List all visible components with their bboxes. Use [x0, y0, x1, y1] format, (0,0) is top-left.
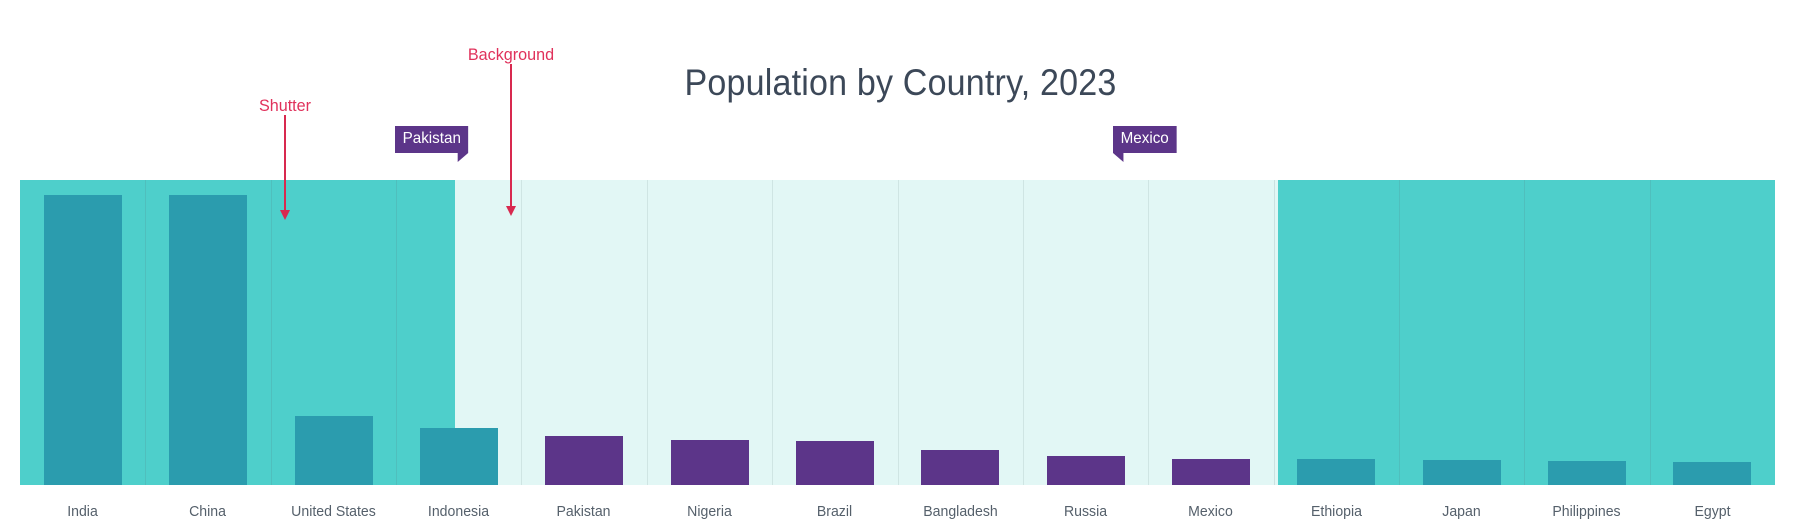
bar-ethiopia[interactable]: [1297, 459, 1375, 485]
annotation-background-line: [510, 64, 512, 209]
x-axis-label-russia: Russia: [1063, 503, 1108, 520]
x-axis-label-india: India: [67, 503, 98, 520]
category-separator: [772, 180, 773, 485]
bar-russia[interactable]: [1047, 456, 1125, 485]
bar-brazil[interactable]: [796, 441, 874, 485]
x-axis-label-brazil: Brazil: [816, 503, 853, 520]
arrow-down-icon: [506, 206, 516, 216]
category-separator: [145, 180, 146, 485]
page-title: Population by Country, 2023: [684, 62, 1117, 103]
x-axis-label-bangladesh: Bangladesh: [923, 503, 998, 520]
category-separator: [271, 180, 272, 485]
category-separator: [647, 180, 648, 485]
tooltip-tail-icon: [458, 153, 469, 163]
x-axis-label-nigeria: Nigeria: [687, 503, 732, 520]
category-separator: [1148, 180, 1149, 485]
x-axis-label-philippines: Philippines: [1552, 503, 1621, 520]
category-separator: [1524, 180, 1525, 485]
x-axis: India China United States Indonesia Pakistan…: [20, 485, 1775, 529]
bar-pakistan[interactable]: [545, 436, 623, 485]
category-separator: [1650, 180, 1651, 485]
x-axis-label-mexico: Mexico: [1188, 503, 1233, 520]
tooltip-tail-icon: [1113, 153, 1124, 163]
bar-india[interactable]: [44, 195, 122, 485]
category-separator: [396, 180, 397, 485]
tooltip-pakistan-label: Pakistan: [402, 130, 461, 147]
bar-egypt[interactable]: [1673, 462, 1751, 485]
x-axis-label-japan: Japan: [1442, 503, 1481, 520]
x-axis-label-egypt: Egypt: [1694, 503, 1731, 520]
category-separator: [1274, 180, 1275, 485]
x-axis-label-pakistan: Pakistan: [556, 503, 611, 520]
bar-nigeria[interactable]: [671, 440, 749, 485]
category-separator: [898, 180, 899, 485]
annotation-shutter-label: Shutter: [258, 96, 312, 115]
arrow-down-icon: [280, 210, 290, 220]
category-separator: [1023, 180, 1024, 485]
bar-china[interactable]: [169, 195, 247, 485]
x-axis-label-indonesia: Indonesia: [427, 503, 490, 520]
bar-mexico[interactable]: [1172, 459, 1250, 485]
bar-indonesia[interactable]: [420, 428, 498, 485]
chart-root: Population by Country, 2023 India China Un…: [0, 0, 1801, 529]
annotation-shutter-line: [284, 115, 286, 213]
category-separator: [1399, 180, 1400, 485]
annotation-background-label: Background: [467, 45, 555, 64]
tooltip-pakistan[interactable]: Pakistan: [395, 126, 469, 163]
bar-japan[interactable]: [1423, 460, 1501, 485]
category-separator: [521, 180, 522, 485]
tooltip-mexico[interactable]: Mexico: [1113, 126, 1177, 163]
plot-area[interactable]: [20, 180, 1775, 485]
tooltip-mexico-label: Mexico: [1120, 130, 1169, 147]
x-axis-label-united-states: United States: [291, 503, 376, 520]
x-axis-label-ethiopia: Ethiopia: [1311, 503, 1362, 520]
bar-united-states[interactable]: [295, 416, 373, 485]
region-shutter-right: [1278, 180, 1775, 485]
x-axis-label-china: China: [189, 503, 226, 520]
bar-philippines[interactable]: [1548, 461, 1626, 485]
bar-bangladesh[interactable]: [921, 450, 999, 485]
